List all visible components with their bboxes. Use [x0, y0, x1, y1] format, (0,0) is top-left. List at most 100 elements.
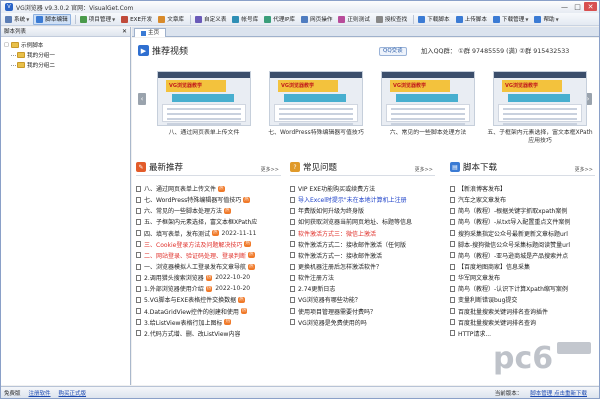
- list-item[interactable]: 软件激活方式二：接收邮件激活（任何版: [290, 239, 435, 250]
- list-item-link[interactable]: 六、常见的一些脚本处理方法: [144, 206, 222, 215]
- list-item-link[interactable]: 一、浏览器模拟人工登录发布文章导航: [144, 262, 246, 271]
- tree-node[interactable]: 我的分组二: [4, 60, 130, 70]
- list-item[interactable]: VG浏览器有哪些功能？: [290, 294, 435, 305]
- expand-icon[interactable]: □: [4, 42, 11, 48]
- list-item-link[interactable]: 五、子框架内元素选择，富文本框XPath应: [144, 217, 257, 226]
- list-item[interactable]: 二、网站登录、验证码处理、登录判断热: [136, 250, 281, 261]
- list-item-link[interactable]: 导入Excel时提示"未在本地计算机上注册: [298, 195, 407, 204]
- toolbar-button-6[interactable]: 帐号库: [230, 14, 260, 25]
- list-item-link[interactable]: 简鸟（教程）-亚马逊商城是产品搜索并点: [458, 251, 568, 260]
- list-item-link[interactable]: 软件注册方法: [298, 273, 334, 282]
- list-item[interactable]: 软件激活方式一：接收邮件激活: [290, 250, 435, 261]
- list-item-link[interactable]: VG浏览器是免费使用的吗: [298, 318, 367, 327]
- list-item[interactable]: 变量利断错误bug提交: [450, 294, 595, 305]
- list-item[interactable]: 2.74更新日志: [290, 283, 435, 294]
- list-item[interactable]: 5.VG脚本与EXE表格控件交换数据热: [136, 294, 281, 305]
- list-item[interactable]: 简鸟（教程）-亚马逊商城是产品搜索并点: [450, 250, 595, 261]
- list-item-link[interactable]: 八、通过网页表单上传文件: [144, 184, 216, 193]
- close-panel-icon[interactable]: ✕: [122, 27, 127, 37]
- list-item-link[interactable]: 百度批量搜索关键词排名查询: [458, 318, 536, 327]
- list-item[interactable]: 简鸟（教程）-从txt导入配置重点文件案例: [450, 216, 595, 227]
- toolbar-button-9[interactable]: 正则测试: [336, 14, 371, 25]
- list-item-link[interactable]: 三、Cookie登录方法及问题解决技巧: [144, 240, 242, 249]
- more-link[interactable]: 更多>>: [575, 166, 593, 173]
- toolbar-button-3[interactable]: EXE开发: [119, 14, 154, 25]
- list-item[interactable]: 更换机器注册后怎样激活软件？: [290, 261, 435, 272]
- toolbar-button-5[interactable]: 自定义表: [193, 14, 228, 25]
- list-item[interactable]: 简鸟（教程）-认识下计算Xpath缩写案例: [450, 283, 595, 294]
- video-thumbnail[interactable]: VG浏览器教学: [157, 71, 251, 126]
- carousel-prev-icon[interactable]: ‹: [138, 93, 146, 105]
- close-button[interactable]: ✕: [584, 2, 597, 11]
- video-thumbnail[interactable]: VG浏览器教学: [381, 71, 475, 126]
- list-item-link[interactable]: 2.调用猎头搜索浏览器: [144, 273, 204, 282]
- list-item[interactable]: 【新浪博客发布】: [450, 183, 595, 194]
- list-item-link[interactable]: 变量利断错误bug提交: [458, 295, 517, 304]
- tree-node[interactable]: 我的分组一: [4, 50, 130, 60]
- list-item[interactable]: 七、WordPress特殊编辑器写值技巧热: [136, 194, 281, 205]
- list-item[interactable]: VG浏览器是免费使用的吗: [290, 317, 435, 328]
- list-item-link[interactable]: VIP EXE功能购买或续费方法: [298, 184, 375, 193]
- script-manager-link[interactable]: 脚本管理 点击重新下载: [530, 389, 587, 397]
- toolbar-button-13[interactable]: 下载管理 ▼: [491, 14, 530, 25]
- list-item-link[interactable]: 二、网站登录、验证码处理、登录判断: [144, 251, 246, 260]
- more-link[interactable]: 更多>>: [261, 166, 279, 173]
- list-item-link[interactable]: 3.给ListView表格行加上图标: [144, 318, 222, 327]
- list-item[interactable]: 2.代码方式增、删、改ListView内容: [136, 328, 281, 339]
- list-item[interactable]: 百度批量搜索关键词排名查询: [450, 317, 595, 328]
- list-item[interactable]: 年费版如何升级为终身版: [290, 205, 435, 216]
- list-item-link[interactable]: 华军网文章发布: [458, 273, 500, 282]
- list-item-link[interactable]: 七、WordPress特殊编辑器写值技巧: [144, 195, 241, 204]
- list-item[interactable]: 3.给ListView表格行加上图标热: [136, 317, 281, 328]
- toolbar-button-2[interactable]: 项目管理 ▼: [78, 14, 117, 25]
- video-thumbnail[interactable]: VG浏览器教学: [269, 71, 363, 126]
- register-link[interactable]: 注册软件: [29, 389, 51, 397]
- list-item[interactable]: 使用项目管理器需要付费吗？: [290, 306, 435, 317]
- toolbar-button-11[interactable]: 下载脚本: [416, 14, 451, 25]
- minimize-button[interactable]: —: [558, 2, 571, 11]
- list-item-link[interactable]: 搜狗采集指定公众号最新更新文章标题url: [458, 229, 568, 238]
- video-caption[interactable]: 七、WordPress特殊编辑器写值技巧: [262, 129, 370, 137]
- list-item[interactable]: 软件注册方法: [290, 272, 435, 283]
- list-item[interactable]: 搜狗采集指定公众号最新更新文章标题url: [450, 228, 595, 239]
- tab-home[interactable]: 主页: [134, 28, 167, 37]
- list-item-link[interactable]: 软件激活方式一：接收邮件激活: [298, 251, 382, 260]
- list-item-link[interactable]: 1.外部浏览器使用介绍: [144, 284, 204, 293]
- list-item-link[interactable]: 简鸟（教程）-根据关键字抓取xpath案例: [458, 206, 567, 215]
- video-card[interactable]: VG浏览器教学七、WordPress特殊编辑器写值技巧: [262, 71, 370, 137]
- video-caption[interactable]: 六、常见的一些脚本处理方法: [374, 129, 482, 137]
- list-item-link[interactable]: 简鸟（教程）-认识下计算Xpath缩写案例: [458, 284, 568, 293]
- list-item-link[interactable]: 脚本-搜狗微信公众号采集标题阅读赞量url: [458, 240, 570, 249]
- list-item[interactable]: 简鸟（教程）-根据关键字抓取xpath案例: [450, 205, 595, 216]
- list-item-link[interactable]: 百度批量搜索关键词排名查询插件: [458, 307, 548, 316]
- list-item[interactable]: 汽车之家文章发布: [450, 194, 595, 205]
- qq-chat-button[interactable]: QQ交谈: [379, 47, 407, 56]
- list-item-link[interactable]: 软件激活方式三：微信上激活: [298, 229, 376, 238]
- list-item[interactable]: 软件激活方式三：微信上激活: [290, 228, 435, 239]
- toolbar-button-4[interactable]: 文章库: [156, 14, 186, 25]
- toolbar-button-0[interactable]: 系统 ▼: [3, 14, 31, 25]
- list-item-link[interactable]: 4.DataGridView控件的创建和使用: [144, 307, 239, 316]
- list-item-link[interactable]: 汽车之家文章发布: [458, 195, 506, 204]
- toolbar-button-10[interactable]: 授权查找: [374, 14, 409, 25]
- list-item-link[interactable]: VG浏览器有哪些功能？: [298, 295, 361, 304]
- list-item[interactable]: 八、通过网页表单上传文件热: [136, 183, 281, 194]
- list-item[interactable]: 百度批量搜索关键词排名查询插件: [450, 306, 595, 317]
- list-item-link[interactable]: 简鸟（教程）-从txt导入配置重点文件案例: [458, 217, 570, 226]
- list-item[interactable]: 六、常见的一些脚本处理方法热: [136, 205, 281, 216]
- list-item[interactable]: 四、填写表单，发布测试热 2022-11-11: [136, 228, 281, 239]
- video-card[interactable]: VG浏览器教学八、通过网页表单上传文件: [150, 71, 258, 137]
- toolbar-button-8[interactable]: 网页操作: [299, 14, 334, 25]
- toolbar-button-1[interactable]: 脚本编辑: [33, 13, 71, 25]
- list-item[interactable]: 1.外部浏览器使用介绍热 2022-10-20: [136, 283, 281, 294]
- list-item-link[interactable]: 2.代码方式增、删、改ListView内容: [144, 329, 240, 338]
- list-item-link[interactable]: 年费版如何升级为终身版: [298, 206, 364, 215]
- list-item-link[interactable]: 软件激活方式二：接收邮件激活（任何版: [298, 240, 406, 249]
- list-item-link[interactable]: 使用项目管理器需要付费吗？: [298, 307, 376, 316]
- toolbar-button-7[interactable]: 代理IP库: [262, 14, 297, 25]
- list-item[interactable]: 三、Cookie登录方法及问题解决技巧热: [136, 239, 281, 250]
- maximize-button[interactable]: □: [571, 2, 584, 11]
- video-caption[interactable]: 八、通过网页表单上传文件: [150, 129, 258, 137]
- video-caption[interactable]: 五、子框架内元素选择，富文本框XPath应用技巧: [486, 129, 594, 145]
- list-item[interactable]: 导入Excel时提示"未在本地计算机上注册: [290, 194, 435, 205]
